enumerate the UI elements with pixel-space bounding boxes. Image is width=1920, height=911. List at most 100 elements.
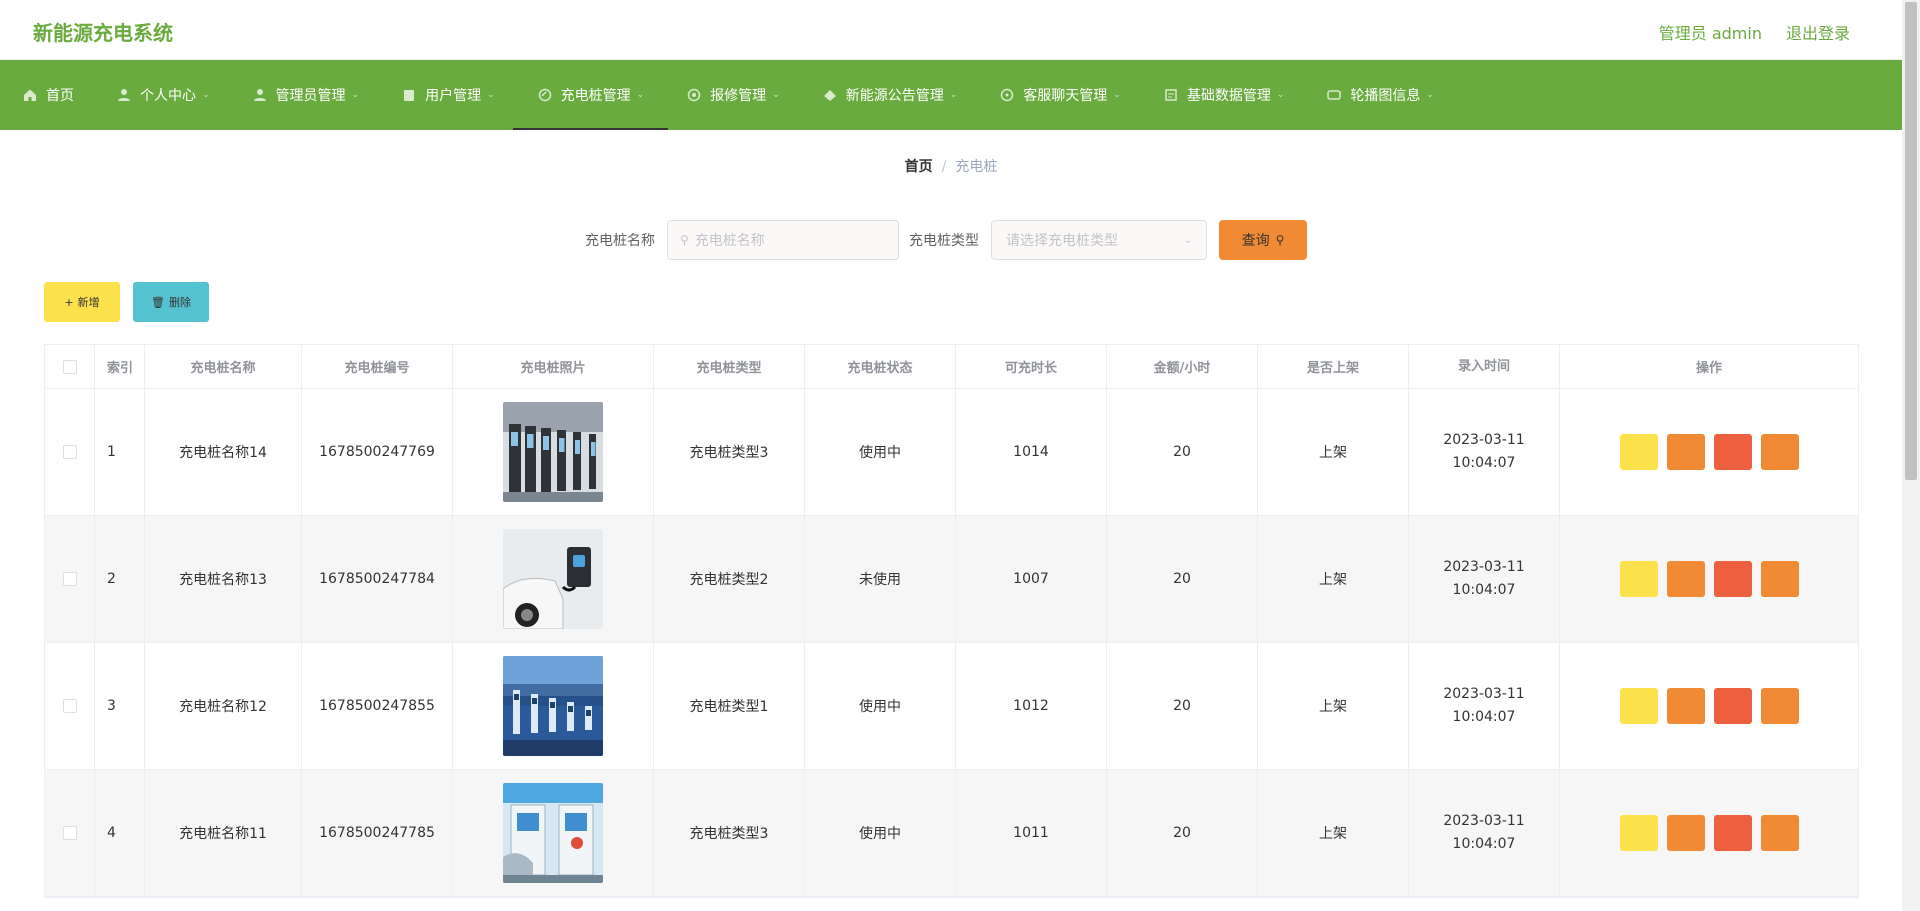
nav-item-3[interactable]: 用户管理 ⌄ bbox=[401, 60, 495, 130]
car-charging-photo[interactable] bbox=[503, 529, 603, 629]
cell-code: 1678500247769 bbox=[302, 389, 453, 515]
cell-type: 充电桩类型2 bbox=[654, 516, 805, 642]
view-button[interactable] bbox=[1619, 688, 1658, 724]
type-select-label: 充电桩类型 bbox=[909, 233, 979, 249]
table-header-row: 索引 充电桩名称 充电桩编号 充电桩照片 充电桩类型 充电桩状态 可充时长 金额/小时 是否上架… bbox=[45, 345, 1858, 389]
nav-item-label: 报修管理 bbox=[710, 88, 767, 104]
table-row: 1 充电桩名称14 1678500247769 充电桩类型3 使用中 1014 20 上架 20… bbox=[45, 389, 1858, 516]
nav-item-5[interactable]: 报修管理 ⌄ bbox=[686, 60, 780, 130]
cell-duration: 1014 bbox=[956, 389, 1107, 515]
current-user[interactable]: 管理员 admin bbox=[1659, 20, 1762, 44]
type-select-placeholder: 请选择充电桩类型 bbox=[1006, 233, 1118, 249]
nav-item-label: 轮播图信息 bbox=[1350, 88, 1421, 104]
nav-item-4[interactable]: 充电桩管理 ⌄ bbox=[512, 60, 668, 130]
row-checkbox[interactable] bbox=[62, 826, 77, 840]
cell-name: 充电桩名称14 bbox=[145, 389, 302, 515]
blue-chargers-photo[interactable] bbox=[503, 656, 603, 756]
chevron-down-icon: ⌄ bbox=[487, 90, 495, 100]
cell-index: 3 bbox=[95, 643, 145, 769]
notice-icon bbox=[822, 87, 838, 103]
logout-link[interactable]: 退出登录 bbox=[1786, 20, 1850, 44]
more-button[interactable] bbox=[1760, 688, 1799, 724]
more-button[interactable] bbox=[1760, 561, 1799, 597]
column-header: 充电桩状态 bbox=[805, 345, 956, 388]
more-button[interactable] bbox=[1760, 815, 1799, 851]
search-icon: ⚲ bbox=[680, 233, 689, 247]
type-select[interactable]: 请选择充电桩类型 ⌄ bbox=[991, 220, 1207, 260]
row-checkbox[interactable] bbox=[62, 699, 77, 713]
select-all-checkbox[interactable] bbox=[62, 359, 77, 374]
cell-code: 1678500247855 bbox=[302, 643, 453, 769]
data-icon bbox=[1163, 87, 1179, 103]
charger-row-photo[interactable] bbox=[503, 402, 603, 502]
cell-name: 充电桩名称11 bbox=[145, 770, 302, 896]
nav-item-8[interactable]: 基础数据管理 ⌄ bbox=[1163, 60, 1285, 130]
nav-item-9[interactable]: 轮播图信息 ⌄ bbox=[1326, 60, 1434, 130]
cell-price: 20 bbox=[1107, 389, 1258, 515]
chevron-down-icon: ⌄ bbox=[1276, 90, 1285, 100]
app-title: 新能源充电系统 bbox=[33, 21, 173, 45]
select-all-checkbox-cell[interactable] bbox=[45, 345, 95, 388]
row-actions bbox=[1560, 643, 1858, 769]
cell-type: 充电桩类型3 bbox=[654, 770, 805, 896]
name-search-input[interactable]: ⚲ 充电桩名称 bbox=[667, 220, 899, 260]
cell-time: 2023-03-11 10:04:07 bbox=[1409, 516, 1560, 642]
nav-item-label: 充电桩管理 bbox=[560, 88, 631, 104]
nav-item-0[interactable]: 首页 bbox=[22, 60, 74, 130]
user-area: 管理员 admin 退出登录 bbox=[1659, 20, 1850, 44]
column-header: 充电桩照片 bbox=[453, 345, 654, 388]
name-search-placeholder: 充电桩名称 bbox=[694, 233, 765, 249]
cell-name: 充电桩名称12 bbox=[145, 643, 302, 769]
row-checkbox[interactable] bbox=[62, 572, 77, 586]
column-header: 操作 bbox=[1695, 361, 1722, 376]
users-icon bbox=[401, 87, 417, 103]
cell-time: 2023-03-11 10:04:07 bbox=[1409, 770, 1560, 896]
edit-button[interactable] bbox=[1666, 561, 1705, 597]
row-checkbox-cell bbox=[45, 389, 95, 515]
plus-icon: + bbox=[64, 295, 74, 309]
row-actions bbox=[1560, 516, 1858, 642]
cell-duration: 1012 bbox=[956, 643, 1107, 769]
delete-row-button[interactable] bbox=[1713, 815, 1752, 851]
cell-status: 使用中 bbox=[805, 770, 956, 896]
edit-button[interactable] bbox=[1666, 688, 1705, 724]
home-icon bbox=[22, 87, 38, 103]
delete-button[interactable]: 🗑 删除 bbox=[133, 282, 209, 322]
search-icon: ⚲ bbox=[1275, 233, 1285, 247]
delete-row-button[interactable] bbox=[1713, 688, 1752, 724]
breadcrumb-separator: / bbox=[941, 159, 947, 175]
photo-cell bbox=[453, 516, 654, 642]
nav-item-1[interactable]: 个人中心 ⌄ bbox=[116, 60, 210, 130]
scrollbar[interactable] bbox=[1902, 0, 1920, 911]
scrollbar-thumb[interactable] bbox=[1905, 2, 1917, 480]
nav-item-2[interactable]: 管理员管理 ⌄ bbox=[252, 60, 359, 130]
edit-button[interactable] bbox=[1666, 815, 1705, 851]
delete-row-button[interactable] bbox=[1713, 434, 1752, 470]
cell-price: 20 bbox=[1107, 516, 1258, 642]
add-button-label: 新增 bbox=[77, 296, 100, 309]
trash-icon: 🗑 bbox=[151, 295, 165, 309]
add-button[interactable]: + 新增 bbox=[44, 282, 120, 322]
breadcrumb-home[interactable]: 首页 bbox=[905, 159, 933, 175]
row-actions bbox=[1560, 389, 1858, 515]
delete-row-button[interactable] bbox=[1713, 561, 1752, 597]
view-button[interactable] bbox=[1619, 561, 1658, 597]
view-button[interactable] bbox=[1619, 815, 1658, 851]
cell-price: 20 bbox=[1107, 643, 1258, 769]
photo-cell bbox=[453, 643, 654, 769]
cell-shelf: 上架 bbox=[1258, 643, 1409, 769]
row-checkbox[interactable] bbox=[62, 445, 77, 459]
cell-time: 2023-03-11 10:04:07 bbox=[1409, 389, 1560, 515]
more-button[interactable] bbox=[1760, 434, 1799, 470]
cell-code: 1678500247785 bbox=[302, 770, 453, 896]
edit-button[interactable] bbox=[1666, 434, 1705, 470]
nav-item-7[interactable]: 客服聊天管理 ⌄ bbox=[999, 60, 1121, 130]
row-actions bbox=[1560, 770, 1858, 896]
nav-item-6[interactable]: 新能源公告管理 ⌄ bbox=[822, 60, 957, 130]
query-button[interactable]: 查询 ⚲ bbox=[1219, 220, 1307, 260]
cell-name: 充电桩名称13 bbox=[145, 516, 302, 642]
view-button[interactable] bbox=[1619, 434, 1658, 470]
ev-charging-photo[interactable] bbox=[503, 783, 603, 883]
delete-button-label: 删除 bbox=[168, 296, 191, 309]
cell-shelf: 上架 bbox=[1258, 389, 1409, 515]
